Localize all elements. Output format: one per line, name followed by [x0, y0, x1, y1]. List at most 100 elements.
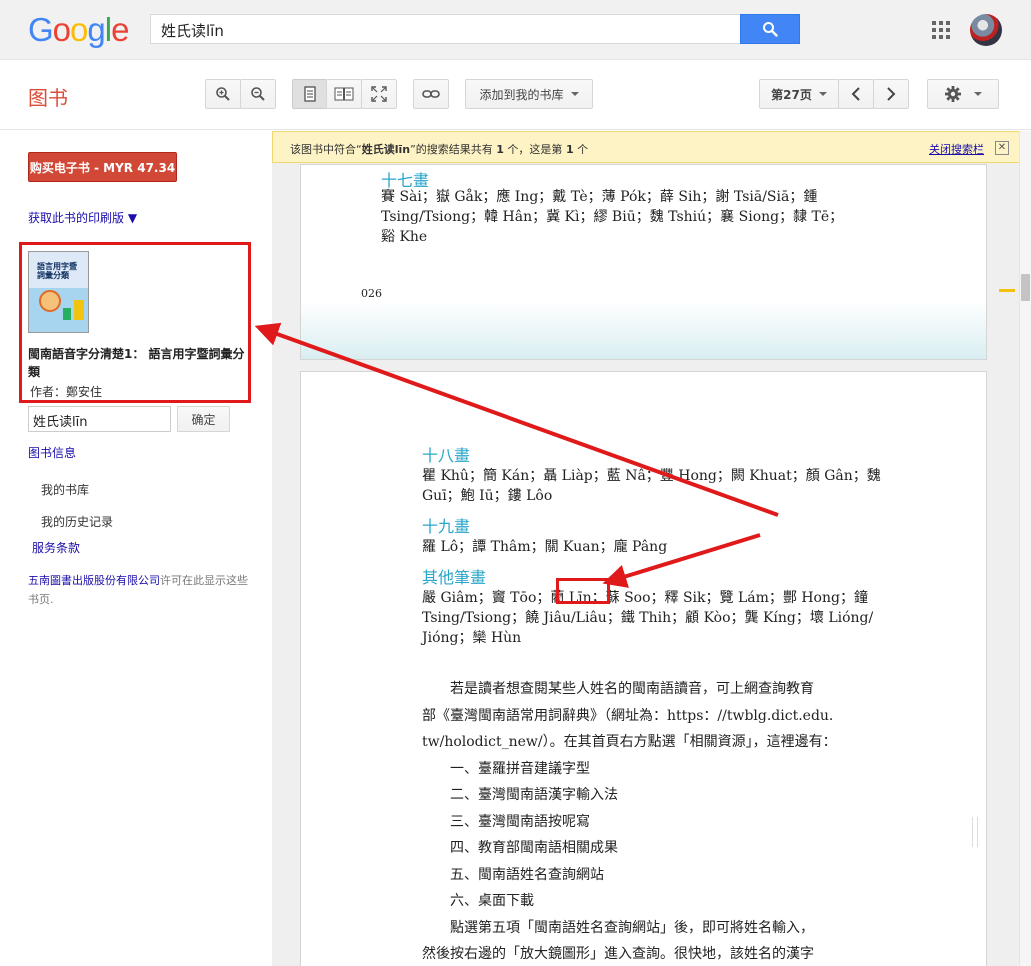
- account-avatar[interactable]: [970, 14, 1002, 46]
- settings-button[interactable]: [927, 79, 999, 109]
- page-text-line: 瞿 Khû；簡 Kán；聶 Liàp；藍 Nâ；豐 Hong；闕 Khuat；顏…: [422, 468, 881, 484]
- page-text-line: 若是讀者想查閱某些人姓名的閩南語讀音，可上網查詢教育: [422, 681, 814, 697]
- google-header: Google 姓氏读līn: [0, 0, 1031, 60]
- page-number: 026: [361, 287, 382, 300]
- page-text-line: Guī；鮑 Iū；鏤 Lôo: [422, 488, 553, 504]
- logo-letter: G: [28, 11, 54, 48]
- section-heading: 十九畫: [422, 517, 471, 536]
- get-print-link[interactable]: 获取此书的印刷版 ▼: [28, 209, 137, 226]
- page-text-line: 部《臺灣閩南語常用詞辭典》（網址為：https：//twblg.dict.edu…: [422, 707, 834, 724]
- page-text-line: 四、教育部閩南語相關成果: [422, 840, 618, 856]
- book-info-link[interactable]: 图书信息: [28, 444, 76, 461]
- my-history-link[interactable]: 我的历史记录: [41, 513, 113, 530]
- page-text-block: 賽 Sài；嶽 Gåk；應 Ing；戴 Tè；薄 Pók；薛 Sih；謝 Tsi…: [381, 187, 941, 247]
- chevron-right-icon: [887, 87, 896, 101]
- page-text-line: 嚴 Giâm；竇 Tōo；藺 Līn；蘇 Soo；釋 Sik；覽 Lám；酆 H…: [422, 590, 868, 606]
- page-text-line: 六、桌面下載: [422, 893, 534, 909]
- book-title: 閩南語音字分清楚1： 語言用字暨詞彙分類: [28, 347, 245, 379]
- two-page-icon: [334, 87, 354, 101]
- publisher-permission: 五南圖書出版股份有限公司许可在此显示这些书页.: [28, 571, 253, 609]
- page-text-line: 二、臺灣閩南語漢字輸入法: [422, 787, 618, 803]
- book-page: 十七畫 賽 Sài；嶽 Gåk；應 Ing；戴 Tè；薄 Pók；薛 Sih；謝…: [300, 164, 987, 360]
- chevron-down-icon: [974, 92, 982, 96]
- link-icon: [422, 90, 440, 98]
- books-brand[interactable]: 图书: [28, 82, 68, 111]
- section-heading: 十八畫: [422, 446, 471, 465]
- zoom-in-icon: [216, 87, 230, 101]
- banner-text: ”的搜索结果共有: [410, 143, 497, 156]
- add-to-library-label: 添加到我的书库: [479, 87, 564, 102]
- page-text-line: Tsing/Tsiong；饒 Jiâu/Liâu；鐵 Thih；顧 Kòo；龔 …: [422, 610, 874, 626]
- search-icon: [763, 22, 778, 37]
- buy-ebook-button[interactable]: 购买电子书 - MYR 47.34: [28, 152, 177, 182]
- reader-scrollbar[interactable]: [1019, 131, 1031, 966]
- publisher-link[interactable]: 五南圖書出版股份有限公司: [28, 574, 160, 587]
- scrollbar-thumb[interactable]: [1021, 274, 1030, 301]
- single-page-icon: [303, 86, 316, 102]
- single-page-view-button[interactable]: [292, 79, 327, 109]
- next-page-button[interactable]: [873, 79, 909, 109]
- book-page: 十八畫 瞿 Khû；簡 Kán；聶 Liàp；藍 Nâ；豐 Hong；闕 Khu…: [300, 371, 987, 966]
- page-text-line: 五、閩南語姓名查詢網站: [422, 866, 604, 883]
- book-card-highlight: 語言用字暨詞彙分類 閩南語音字分清楚1： 語言用字暨詞彙分類 作者：鄭安住: [19, 242, 251, 403]
- search-hit-marker: [999, 289, 1015, 292]
- page-text-line: 點選第五項「閩南語姓名查詢網站」後，即可將姓名輸入，: [422, 919, 814, 936]
- page-edge-mark: [972, 817, 978, 847]
- google-logo[interactable]: Google: [28, 11, 129, 49]
- zoom-out-icon: [251, 87, 265, 101]
- book-cover[interactable]: 語言用字暨詞彙分類: [28, 251, 89, 333]
- page-text-line: Jióng；欒 Hùn: [422, 630, 522, 646]
- section-heading: 其他筆畫: [422, 568, 487, 587]
- previous-page-button[interactable]: [838, 79, 874, 109]
- logo-letter: e: [111, 11, 129, 48]
- page-paragraph: 若是讀者想查閱某些人姓名的閩南語讀音，可上網查詢教育部《臺灣閩南語常用詞辭典》（…: [422, 676, 962, 966]
- add-to-library-button[interactable]: 添加到我的书库: [465, 79, 593, 109]
- fullscreen-icon: [371, 86, 387, 102]
- two-page-view-button[interactable]: [326, 79, 362, 109]
- page-select-button[interactable]: 第27页: [759, 79, 839, 109]
- page-text-line: 三、臺灣閩南語按呢寫: [422, 813, 590, 830]
- search-result-banner: 该图书中符合“姓氏读līn”的搜索结果共有 1 个，这是第 1 个 关闭搜索栏 …: [272, 131, 1019, 163]
- search-button[interactable]: [740, 14, 800, 44]
- book-author: 作者：鄭安住: [30, 385, 103, 399]
- chevron-down-icon: [818, 92, 827, 96]
- gear-icon: [945, 86, 961, 102]
- banner-count: 1: [496, 143, 504, 156]
- page-indicator: 第27页: [771, 87, 812, 102]
- banner-text: 该图书中符合“: [290, 143, 362, 156]
- page-text-line: Tsing/Tsiong；韓 Hân；冀 Kì；繆 Biū；魏 Tshiú；襄 …: [381, 209, 844, 225]
- chevron-down-icon: [570, 92, 579, 96]
- terms-link[interactable]: 服务条款: [32, 539, 80, 556]
- chevron-left-icon: [851, 87, 860, 101]
- in-book-search-input[interactable]: 姓氏读līn: [28, 406, 171, 432]
- book-sidebar: 购买电子书 - MYR 47.34 获取此书的印刷版 ▼ 語言用字暨詞彙分類 閩…: [0, 131, 272, 966]
- cover-illustration: [39, 290, 61, 312]
- page-text-line: 谿 Khe: [381, 229, 428, 245]
- close-search-link[interactable]: 关闭搜索栏: [929, 141, 984, 157]
- page-text-line: 羅 Lô；譚 Thâm；關 Kuan；龐 Pâng: [422, 539, 668, 555]
- banner-text: 个: [573, 143, 589, 156]
- banner-query: 姓氏读līn: [361, 143, 411, 156]
- page-text-block: 十八畫 瞿 Khû；簡 Kán；聶 Liàp；藍 Nâ；豐 Hong；闕 Khu…: [422, 442, 962, 648]
- zoom-out-button[interactable]: [240, 79, 276, 109]
- banner-index: 1: [565, 143, 574, 156]
- logo-letter: o: [70, 11, 88, 48]
- books-toolbar: 图书 添加到我的书库 第27页: [0, 60, 1031, 130]
- my-library-link[interactable]: 我的书库: [41, 481, 89, 498]
- in-book-search-button[interactable]: 确定: [177, 406, 230, 432]
- close-icon[interactable]: ✕: [995, 141, 1009, 155]
- page-text-line: 然後按右邊的「放大鏡圖形」進入查詢。很快地，該姓名的漢字: [422, 946, 814, 962]
- fullscreen-button[interactable]: [361, 79, 397, 109]
- banner-text: 个，这是第: [503, 143, 566, 156]
- zoom-in-button[interactable]: [205, 79, 241, 109]
- page-text-line: 賽 Sài；嶽 Gåk；應 Ing；戴 Tè；薄 Pók；薛 Sih；謝 Tsi…: [381, 189, 818, 205]
- search-input[interactable]: 姓氏读līn: [150, 14, 741, 44]
- logo-letter: o: [52, 11, 71, 48]
- logo-letter: g: [87, 11, 105, 48]
- page-text-line: 一、臺羅拼音建議字型: [422, 760, 590, 777]
- link-button[interactable]: [413, 79, 449, 109]
- book-reader[interactable]: 该图书中符合“姓氏读līn”的搜索结果共有 1 个，这是第 1 个 关闭搜索栏 …: [272, 131, 1019, 966]
- page-text-line: tw/holodict_new/）。在其首頁右方點選「相關資源」，這裡邊有：: [422, 734, 837, 750]
- cover-title: 語言用字暨詞彙分類: [37, 262, 77, 280]
- apps-grid-icon[interactable]: [932, 21, 950, 39]
